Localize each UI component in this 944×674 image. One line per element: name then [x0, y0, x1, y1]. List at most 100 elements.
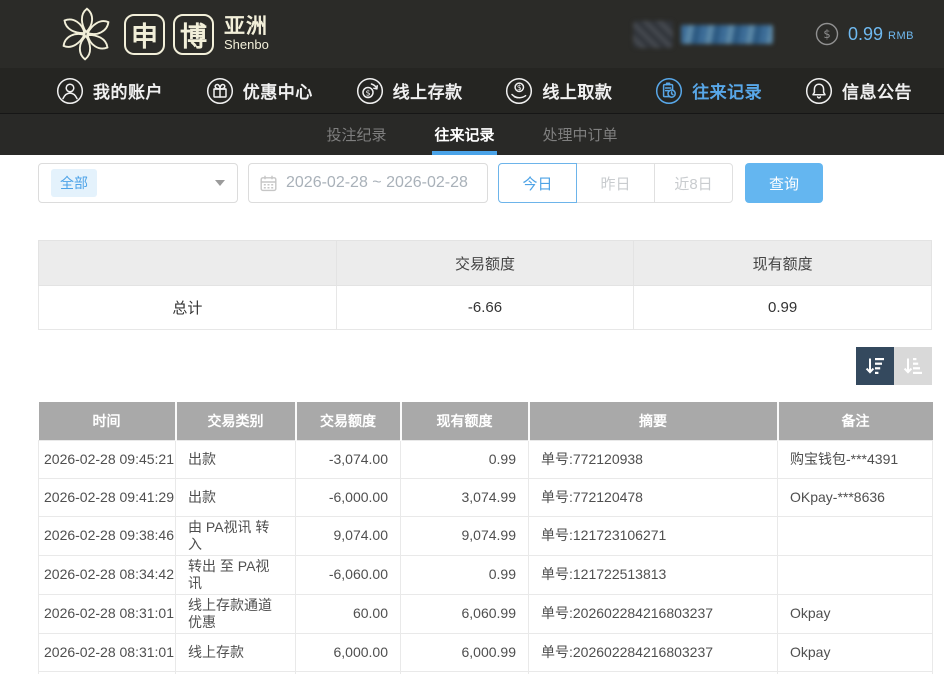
cell-note: OKpay-***8636: [778, 478, 933, 516]
summary-balance-total: 0.99: [634, 286, 932, 330]
sub-nav: 投注纪录 往来记录 处理中订单: [0, 113, 944, 155]
cell-amount: 9,074.00: [296, 516, 401, 555]
cell-summary: 单号:121722513813: [529, 555, 778, 594]
cell-amount: 6,000.00: [296, 633, 401, 671]
table-row: 2026-02-28 08:34:42转出 至 PA视讯-6,060.000.9…: [39, 555, 933, 594]
sort-controls: [0, 347, 932, 385]
cell-summary: 单号:772120478: [529, 478, 778, 516]
summary-header-transaction: 交易额度: [336, 241, 634, 286]
nav-item-5[interactable]: 往来记录: [655, 77, 762, 105]
withdraw-icon: $: [505, 77, 533, 105]
user-icon: [56, 77, 84, 105]
user-group: $ 0.99 RMB: [633, 21, 914, 48]
cell-time: 2026-02-28 08:31:01: [39, 594, 176, 633]
table-header-row: 时间交易类别交易额度现有额度摘要备注: [39, 402, 933, 440]
records-icon: [655, 77, 683, 105]
balance-amount: 0.99: [848, 24, 883, 45]
column-header-2: 交易类别: [176, 402, 296, 440]
quick-date-button-2[interactable]: 昨日: [576, 163, 655, 203]
quick-date-button-1[interactable]: 今日: [498, 163, 577, 203]
table-row: 2026-02-28 09:45:21出款-3,074.000.99单号:772…: [39, 440, 933, 478]
bell-icon: [805, 77, 833, 105]
flower-logo-icon: [56, 4, 116, 64]
calendar-icon: [259, 174, 278, 193]
cell-category: 出款: [176, 440, 296, 478]
chevron-down-icon: [215, 180, 225, 186]
cell-category: 线上存款通道优惠: [176, 594, 296, 633]
cell-note: [778, 555, 933, 594]
table-row: 2026-02-28 08:31:01线上存款通道优惠60.006,060.99…: [39, 594, 933, 633]
table-row: 2026-02-28 08:31:01线上存款6,000.006,000.99单…: [39, 633, 933, 671]
cell-summary: 单号:202602284216803237: [529, 633, 778, 671]
cell-time: 2026-02-28 09:41:29: [39, 478, 176, 516]
redacted-username[interactable]: [681, 25, 773, 44]
selected-type-tag: 全部: [51, 169, 97, 197]
cell-amount: -3,074.00: [296, 440, 401, 478]
cell-amount: -6,000.00: [296, 478, 401, 516]
nav-label: 线上存款: [393, 78, 463, 103]
date-range-value: 2026-02-28 ~ 2026-02-28: [286, 174, 468, 192]
nav-item-3[interactable]: $线上存款: [356, 77, 463, 105]
cell-balance: 9,074.99: [401, 516, 529, 555]
summary-header-empty: [39, 241, 337, 286]
column-header-6: 备注: [778, 402, 933, 440]
cell-time: 2026-02-28 08:31:01: [39, 633, 176, 671]
cell-time: 2026-02-28 09:38:46: [39, 516, 176, 555]
nav-item-1[interactable]: 我的账户: [56, 77, 163, 105]
cell-balance: 6,000.99: [401, 633, 529, 671]
column-header-4: 现有额度: [401, 402, 529, 440]
svg-text:$: $: [823, 27, 830, 41]
cell-balance: 3,074.99: [401, 478, 529, 516]
summary-row: 总计 -6.66 0.99: [39, 286, 932, 330]
cell-note: 购宝钱包-***4391: [778, 440, 933, 478]
cell-summary: 单号:121723106271: [529, 516, 778, 555]
cell-category: 出款: [176, 478, 296, 516]
nav-item-2[interactable]: 优惠中心: [206, 77, 313, 105]
tab-1[interactable]: 投注纪录: [324, 114, 388, 155]
quick-date-group: 今日昨日近8日: [498, 163, 733, 203]
logo-char-shen: 申: [124, 14, 165, 55]
quick-date-button-3[interactable]: 近8日: [654, 163, 733, 203]
column-header-5: 摘要: [529, 402, 778, 440]
avatar[interactable]: [633, 21, 673, 48]
summary-header-balance: 现有额度: [634, 241, 932, 286]
cell-summary: 单号:772120938: [529, 440, 778, 478]
cell-time: 2026-02-28 08:34:42: [39, 555, 176, 594]
cell-category: 转出 至 PA视讯: [176, 555, 296, 594]
tab-3[interactable]: 处理中订单: [541, 114, 620, 155]
column-header-3: 交易额度: [296, 402, 401, 440]
logo-subtitle: Shenbo: [224, 38, 269, 52]
nav-label: 优惠中心: [243, 78, 313, 103]
nav-item-4[interactable]: $ 线上取款: [505, 77, 612, 105]
cell-note: [778, 516, 933, 555]
cell-time: 2026-02-28 09:45:21: [39, 440, 176, 478]
nav-label: 线上取款: [542, 78, 612, 103]
summary-transaction-total: -6.66: [336, 286, 634, 330]
nav-label: 我的账户: [93, 78, 163, 103]
balance-currency: RMB: [888, 26, 914, 42]
cell-amount: 60.00: [296, 594, 401, 633]
table-row: 2026-02-28 09:41:29出款-6,000.003,074.99单号…: [39, 478, 933, 516]
transactions-table: 时间交易类别交易额度现有额度摘要备注 2026-02-28 09:45:21出款…: [38, 402, 933, 674]
date-range-input[interactable]: 2026-02-28 ~ 2026-02-28: [248, 163, 488, 203]
top-header: 申 博 亚洲 Shenbo $ 0.99 RMB: [0, 0, 944, 68]
cell-note: Okpay: [778, 594, 933, 633]
transaction-type-select[interactable]: 全部: [38, 163, 238, 203]
table-row: 2026-02-28 09:38:46由 PA视讯 转入9,074.009,07…: [39, 516, 933, 555]
summary-total-label: 总计: [39, 286, 337, 330]
cell-note: Okpay: [778, 633, 933, 671]
tab-2[interactable]: 往来记录: [432, 114, 496, 155]
sort-descending-button[interactable]: [856, 347, 894, 385]
query-button[interactable]: 查询: [745, 163, 823, 203]
dollar-coin-icon: $: [815, 22, 839, 46]
sort-ascending-button[interactable]: [894, 347, 932, 385]
logo-char-bo: 博: [173, 14, 214, 55]
summary-table: 交易额度 现有额度 总计 -6.66 0.99: [38, 240, 932, 330]
nav-item-6[interactable]: 信息公告: [805, 77, 912, 105]
brand-logo[interactable]: 申 博 亚洲 Shenbo: [56, 4, 269, 64]
cell-balance: 0.99: [401, 555, 529, 594]
cell-category: 线上存款: [176, 633, 296, 671]
svg-text:$: $: [517, 83, 522, 92]
gift-icon: [206, 77, 234, 105]
balance[interactable]: $ 0.99 RMB: [815, 22, 914, 46]
